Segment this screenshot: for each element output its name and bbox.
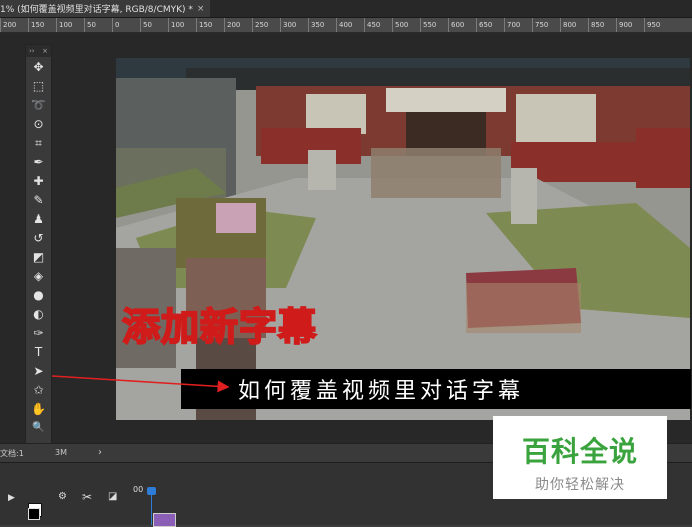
brush-tool-icon[interactable]: ✎ xyxy=(26,190,51,209)
document-tab-bar: 1% (如何覆盖视频里对话字幕, RGB/8/CMYK) * × xyxy=(0,0,692,18)
play-icon[interactable]: ▶ xyxy=(8,493,15,503)
playhead-line xyxy=(151,495,152,525)
ruler-tick: 150 xyxy=(28,18,44,32)
ruler-tick: 0 xyxy=(112,18,119,32)
ruler-tick: 300 xyxy=(280,18,296,32)
zoom-tool-icon[interactable]: 🔍 xyxy=(26,418,51,437)
watermark-subtitle: 助你轻松解决 xyxy=(535,477,625,493)
paint-bucket-tool-icon[interactable]: ◈ xyxy=(26,266,51,285)
dodge-tool-icon[interactable]: ◐ xyxy=(26,304,51,323)
ruler-tick: 250 xyxy=(252,18,268,32)
doc-size-label: 3M xyxy=(55,448,67,457)
marquee-tool-icon[interactable]: ⬚ xyxy=(26,76,51,95)
ruler-tick: 600 xyxy=(448,18,464,32)
eraser-tool-icon[interactable]: ◩ xyxy=(26,247,51,266)
doc-info-label: 文档:1 xyxy=(0,449,24,458)
ruler-tick: 950 xyxy=(644,18,660,32)
ruler-tick: 550 xyxy=(420,18,436,32)
path-selection-tool-icon[interactable]: ➤ xyxy=(26,361,51,380)
ruler-tick: 100 xyxy=(168,18,184,32)
collapse-icon[interactable]: ›› xyxy=(29,47,35,55)
ruler-tick: 650 xyxy=(476,18,492,32)
ruler-tick: 50 xyxy=(140,18,152,32)
horizontal-ruler: 200 150 100 50 0 50 100 150 200 250 300 350 400 450 50… xyxy=(0,18,692,33)
scissors-icon[interactable]: ✂ xyxy=(82,490,92,504)
watermark-box: 百科全说 助你轻松解决 xyxy=(493,416,667,499)
canvas-image[interactable] xyxy=(116,58,690,420)
ruler-tick: 100 xyxy=(56,18,72,32)
ruler-tick: 350 xyxy=(308,18,324,32)
status-menu-arrow-icon[interactable]: › xyxy=(98,447,102,458)
overlay-title-text[interactable]: 添加新字幕 xyxy=(121,296,317,351)
ruler-tick: 750 xyxy=(532,18,548,32)
watermark-title: 百科全说 xyxy=(521,435,638,468)
video-frame-scene xyxy=(116,58,690,420)
ruler-tick: 900 xyxy=(616,18,632,32)
subtitle-bar[interactable]: 如何覆盖视频里对话字幕 xyxy=(181,369,691,409)
history-brush-tool-icon[interactable]: ↺ xyxy=(26,228,51,247)
tools-panel: ›› × ✥⬚➰⊙⌗✒✚✎♟↺◩◈●◐✑T➤✩✋🔍••• xyxy=(25,44,52,484)
tool-list: ✥⬚➰⊙⌗✒✚✎♟↺◩◈●◐✑T➤✩✋🔍••• xyxy=(26,57,51,456)
document-tab[interactable]: 1% (如何覆盖视频里对话字幕, RGB/8/CMYK) * × xyxy=(0,0,211,17)
close-icon[interactable]: × xyxy=(197,4,205,14)
panel-close-icon[interactable]: × xyxy=(42,47,48,55)
hand-tool-icon[interactable]: ✋ xyxy=(26,399,51,418)
ruler-tick: 850 xyxy=(588,18,604,32)
pen-tool-icon[interactable]: ✑ xyxy=(26,323,51,342)
type-tool-icon[interactable]: T xyxy=(26,342,51,361)
ruler-tick: 700 xyxy=(504,18,520,32)
quick-selection-tool-icon[interactable]: ⊙ xyxy=(26,114,51,133)
crop-tool-icon[interactable]: ⌗ xyxy=(26,133,51,152)
ruler-tick: 800 xyxy=(560,18,576,32)
ruler-tick: 500 xyxy=(392,18,408,32)
ruler-tick: 200 xyxy=(224,18,240,32)
ruler-tick: 50 xyxy=(84,18,96,32)
lasso-tool-icon[interactable]: ➰ xyxy=(26,95,51,114)
playhead-icon[interactable] xyxy=(147,487,156,495)
move-tool-icon[interactable]: ✥ xyxy=(26,57,51,76)
transition-icon[interactable]: ◪ xyxy=(108,491,117,502)
shape-tool-icon[interactable]: ✩ xyxy=(26,380,51,399)
ruler-tick: 150 xyxy=(196,18,212,32)
blur-tool-icon[interactable]: ● xyxy=(26,285,51,304)
settings-icon[interactable]: ⚙ xyxy=(58,491,67,502)
eyedropper-tool-icon[interactable]: ✒ xyxy=(26,152,51,171)
timeline-fg-swatch xyxy=(28,508,40,520)
panel-grip[interactable]: ›› × xyxy=(26,45,51,57)
clone-stamp-tool-icon[interactable]: ♟ xyxy=(26,209,51,228)
subtitle-text[interactable]: 如何覆盖视频里对话字幕 xyxy=(238,373,524,405)
timeline-clip[interactable] xyxy=(153,513,176,527)
ruler-tick: 200 xyxy=(0,18,16,32)
timecode-label: 00 xyxy=(133,485,144,494)
document-tab-title[interactable]: 1% (如何覆盖视频里对话字幕, RGB/8/CMYK) * xyxy=(0,2,193,15)
ruler-tick: 450 xyxy=(364,18,380,32)
ruler-tick: 400 xyxy=(336,18,352,32)
healing-brush-tool-icon[interactable]: ✚ xyxy=(26,171,51,190)
